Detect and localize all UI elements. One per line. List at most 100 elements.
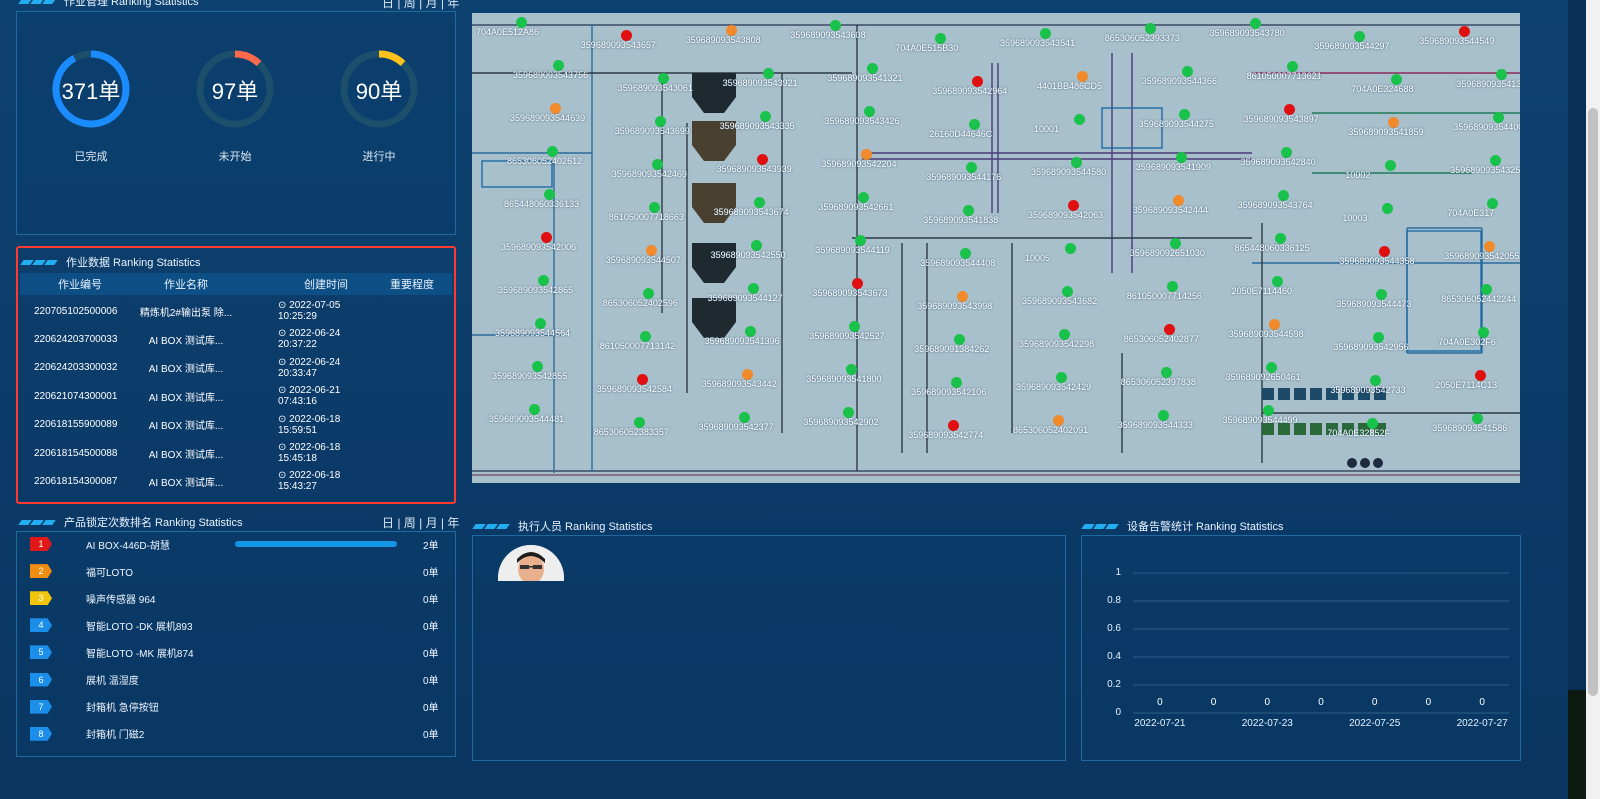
device-tag: 359689093541347 (1456, 79, 1520, 89)
device-tag: 359689093542840 (1240, 157, 1316, 167)
device-tag: 359689093544119 (815, 245, 890, 255)
cell-created-time: ⊙ 2022-06-18 15:43:27 (278, 470, 341, 493)
table-row[interactable]: 220624203700033 AI BOX 测试库... ⊙ 2022-06-24… (20, 328, 452, 350)
device-status-dot[interactable] (1074, 114, 1085, 125)
table-row[interactable]: 220624203300032 AI BOX 测试库... ⊙ 2022-06-24… (20, 357, 452, 379)
device-tag: 861050007713142 (599, 341, 675, 351)
product-rank-range-selector[interactable]: 日 | 周 | 月 | 年 (382, 514, 459, 531)
rank-item-count: 0单 (423, 648, 439, 660)
rank-badge: 5 (30, 645, 52, 660)
header-job-name: 作业名称 (164, 279, 208, 291)
device-tag: 865306052402091 (1013, 425, 1089, 435)
cell-job-name: AI BOX 测试库... (148, 392, 224, 404)
table-row[interactable]: 220621074300001 AI BOX 测试库... ⊙ 2022-06-21… (20, 385, 452, 407)
list-item[interactable]: 2 福可LOTO 0单 (30, 561, 440, 581)
y-tick-label: 0.4 (1107, 651, 1121, 662)
donut-label: 已完成 (74, 151, 108, 163)
rank-item-name: 福可LOTO (86, 567, 134, 579)
device-tag: 359689093543939 (716, 164, 792, 174)
device-tag: 359689093543682 (1022, 296, 1098, 306)
device-tag: 359689093542006 (501, 242, 577, 252)
list-item[interactable]: 8 封箱机 门磁2 0单 (30, 724, 440, 744)
cell-created-time: ⊙ 2022-07-05 10:25:29 (278, 300, 341, 322)
stripes-icon (20, 259, 58, 265)
device-tag: 359689093543780 (1209, 28, 1285, 38)
device-tag: 704A0E317 (1447, 208, 1495, 218)
device-tag: 359689093542902 (803, 417, 879, 427)
device-tag: 359689093543608 (790, 30, 866, 40)
device-tag: 359689093541396 (704, 336, 780, 346)
job-data-table: 作业数据 Ranking Statistics 作业编号 作业名称 创建时间 重… (16, 246, 456, 504)
device-tag: 359689093543335 (719, 121, 795, 131)
personnel-header: 执行人员 Ranking Statistics (472, 518, 652, 534)
device-tag: 359689093541909 (1135, 162, 1211, 172)
device-tag: 359689093542774 (908, 430, 984, 440)
rank-badge: 6 (30, 672, 52, 687)
rank-item-count: 0单 (423, 594, 439, 606)
device-tag: 359689093543808 (685, 35, 761, 45)
rank-item-name: AI BOX-446D-胡慧 (86, 540, 170, 552)
device-tag: 10002 (1345, 170, 1371, 180)
device-tag: 359689093544598 (1228, 329, 1304, 339)
list-item[interactable]: 6 展机 温湿度 0单 (30, 670, 440, 690)
table-row[interactable]: 220618154500088 AI BOX 测试库... ⊙ 2022-06-18… (20, 442, 452, 464)
job-management-range-selector[interactable]: 日 | 周 | 月 | 年 (382, 0, 459, 11)
device-tag: 359689093544366 (1141, 76, 1217, 86)
list-item[interactable]: 4 智能LOTO -DK 展机893 0单 (30, 615, 440, 635)
list-item[interactable]: 3 噪声传感器 964 0单 (30, 588, 440, 608)
device-tag: 359689093544499 (1222, 415, 1298, 425)
bar-value-label: 0 (1264, 697, 1271, 708)
device-status-dot[interactable] (1065, 243, 1076, 254)
device-tag: 4401BB486CD5 (1037, 81, 1103, 91)
cell-job-id: 220618154500088 (34, 447, 118, 459)
table-row[interactable]: 220705102500006 精炼机2#输出泵 除... ⊙ 2022-07-05… (20, 300, 452, 322)
rank-progress-bar (235, 541, 397, 547)
process-diagram[interactable]: 704A0E512A86 359689093543657 3596890935438… (472, 13, 1520, 483)
device-tag: 359689093542964 (932, 86, 1008, 96)
device-tag: 359689093544358 (1339, 256, 1415, 266)
donut-label: 进行中 (362, 151, 396, 163)
device-tag: 865306052393373 (1104, 33, 1180, 43)
device-tag: 359689093544333 (1117, 420, 1193, 430)
cell-created-time: ⊙ 2022-06-18 15:45:18 (278, 442, 341, 464)
job-management-title: 作业管理 Ranking Statistics (64, 0, 199, 8)
rank-badge: 8 (30, 726, 52, 741)
rank-badge: 7 (30, 699, 52, 714)
device-tag: 359689093544176 (926, 172, 1002, 182)
list-item[interactable]: 1 AI BOX-446D-胡慧 2单 (30, 534, 440, 554)
valve-block (1310, 388, 1322, 400)
device-tag: 359689093544002 (1453, 122, 1520, 132)
status-light (1373, 458, 1383, 468)
x-tick-label: 2022-07-23 (1241, 718, 1293, 729)
table-row[interactable]: 220618155900089 AI BOX 测试库... ⊙ 2022-06-18… (20, 414, 452, 436)
device-tag: 359689093542377 (698, 422, 774, 432)
cell-created-time: ⊙ 2022-06-21 07:43:16 (278, 385, 341, 408)
valve-block (1278, 388, 1290, 400)
rank-item-name: 噪声传感器 964 (86, 594, 156, 606)
valve-block (1294, 388, 1306, 400)
device-tag: 359689093542055 (1444, 251, 1520, 261)
device-tag: 359689093543699 (614, 126, 690, 136)
device-tag: 359689093542469 (611, 169, 687, 179)
device-tag: 865306052397838 (1120, 377, 1196, 387)
bar-value-label: 0 (1479, 697, 1485, 708)
rank-item-name: 展机 温湿度 (86, 676, 139, 687)
job-data-header: 作业数据 Ranking Statistics (20, 254, 200, 270)
alarm-title: 设备告警统计 Ranking Statistics (1127, 521, 1284, 533)
device-tag: 359689093542733 (1330, 385, 1406, 395)
table-row[interactable]: 220618154300087 AI BOX 测试库... ⊙ 2022-06-18… (20, 470, 452, 492)
cell-job-name: AI BOX 测试库... (148, 421, 224, 433)
list-item[interactable]: 5 智能LOTO -MK 展机874 0单 (30, 642, 440, 662)
list-item[interactable]: 7 封箱机 急停按钮 0单 (30, 697, 440, 717)
device-tag: 359689093542661 (818, 202, 894, 212)
device-tag: 865306052383357 (593, 427, 669, 437)
device-tag: 359689093541800 (806, 374, 882, 384)
table-header-row: 作业编号 作业名称 创建时间 重要程度 (20, 273, 452, 295)
device-tag: 359689092651030 (1129, 248, 1205, 258)
y-tick-label: 0.8 (1107, 595, 1121, 606)
scrollbar-thumb[interactable] (1588, 108, 1598, 696)
rank-item-count: 0单 (423, 567, 439, 579)
device-tag: 359689093543998 (917, 301, 993, 311)
device-tag: 359689093541321 (827, 73, 903, 83)
rank-item-count: 0单 (423, 730, 439, 742)
